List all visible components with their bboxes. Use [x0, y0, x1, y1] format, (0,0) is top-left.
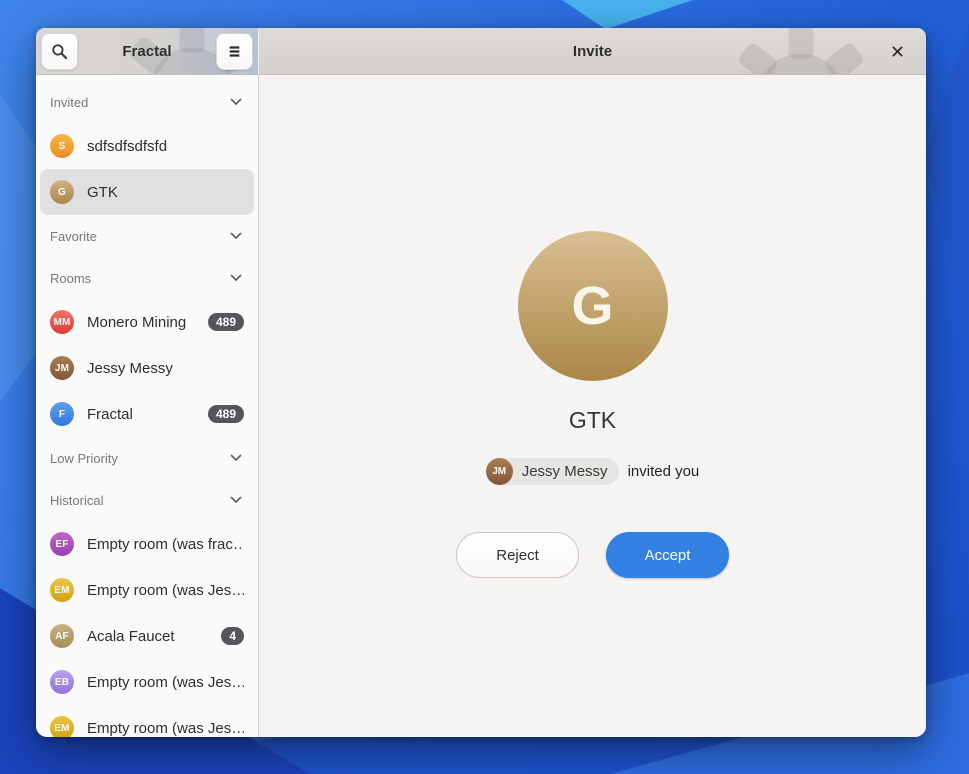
- avatar: AF: [50, 624, 74, 648]
- fractal-window: Fractal Invite: [36, 28, 926, 737]
- unread-count-badge: 489: [208, 313, 244, 331]
- avatar: F: [50, 402, 74, 426]
- close-window-button[interactable]: [882, 28, 912, 74]
- avatar: G: [50, 180, 74, 204]
- inviter-avatar: JM: [486, 458, 513, 485]
- search-button[interactable]: [41, 33, 78, 70]
- invite-view: G GTK JM Jessy Messy invited you Reject …: [258, 75, 926, 737]
- sidebar-headerbar: Fractal: [36, 28, 258, 75]
- chevron-down-icon: [228, 228, 244, 244]
- chevron-down-icon: [228, 492, 244, 508]
- room-list-item[interactable]: JM Jessy Messy: [36, 345, 258, 391]
- avatar: EM: [50, 578, 74, 602]
- reject-button[interactable]: Reject: [456, 532, 579, 578]
- room-list-item-selected[interactable]: G GTK: [40, 169, 254, 215]
- unread-count-badge: 489: [208, 405, 244, 423]
- unread-count-badge: 4: [221, 627, 244, 645]
- room-avatar: G: [518, 231, 668, 381]
- avatar: JM: [50, 356, 74, 380]
- page-title: Invite: [259, 43, 926, 60]
- invite-actions: Reject Accept: [456, 532, 729, 578]
- avatar: S: [50, 134, 74, 158]
- room-list-item[interactable]: EM Empty room (was Jes…: [36, 705, 258, 737]
- main-headerbar: Invite: [258, 28, 926, 75]
- sidebar-section-favorite[interactable]: Favorite: [36, 215, 258, 257]
- room-list-item[interactable]: EM Empty room (was Jes…: [36, 567, 258, 613]
- inviter-name: Jessy Messy: [522, 463, 608, 480]
- inviter-pill: JM Jessy Messy: [486, 458, 619, 485]
- sidebar-section-rooms[interactable]: Rooms: [36, 257, 258, 299]
- room-name: GTK: [569, 405, 616, 435]
- chevron-down-icon: [228, 94, 244, 110]
- room-sidebar: Invited S sdfsdfsdfsfd G GTK Favorite Ro…: [36, 75, 258, 737]
- room-list-item[interactable]: AF Acala Faucet 4: [36, 613, 258, 659]
- sidebar-title: Fractal: [78, 43, 216, 60]
- room-list-item[interactable]: EB Empty room (was Jes…: [36, 659, 258, 705]
- avatar: EM: [50, 716, 74, 737]
- sidebar-section-invited[interactable]: Invited: [36, 81, 258, 123]
- accept-button[interactable]: Accept: [606, 532, 729, 578]
- avatar: EF: [50, 532, 74, 556]
- avatar: EB: [50, 670, 74, 694]
- room-list-item[interactable]: MM Monero Mining 489: [36, 299, 258, 345]
- room-list-item[interactable]: F Fractal 489: [36, 391, 258, 437]
- main-menu-button[interactable]: [216, 33, 253, 70]
- invited-by-row: JM Jessy Messy invited you: [486, 457, 700, 485]
- avatar: MM: [50, 310, 74, 334]
- chevron-down-icon: [228, 270, 244, 286]
- hamburger-menu-icon: [226, 43, 243, 60]
- search-icon: [51, 43, 68, 60]
- sidebar-section-low-priority[interactable]: Low Priority: [36, 437, 258, 479]
- sidebar-section-historical[interactable]: Historical: [36, 479, 258, 521]
- room-list-item[interactable]: EF Empty room (was frac…: [36, 521, 258, 567]
- invited-you-text: invited you: [628, 463, 700, 480]
- close-icon: [890, 44, 905, 59]
- room-list-item[interactable]: S sdfsdfsdfsfd: [36, 123, 258, 169]
- chevron-down-icon: [228, 450, 244, 466]
